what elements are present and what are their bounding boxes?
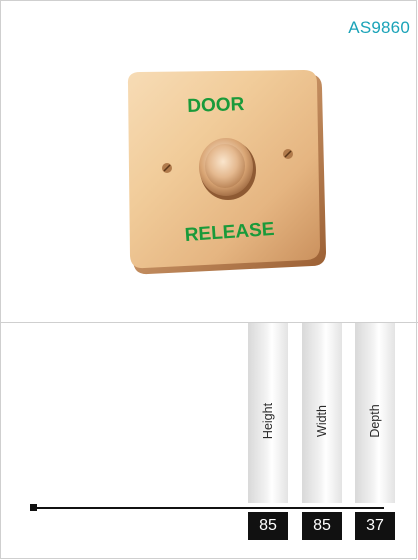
height-column: Height — [248, 323, 288, 503]
screw-icon — [283, 149, 293, 159]
screw-icon — [162, 163, 172, 173]
door-release-button-image: DOOR RELEASE — [127, 70, 326, 275]
dimensions-panel: Height Width Depth 85 85 37 — [0, 323, 418, 560]
height-value: 85 — [248, 512, 288, 540]
baseline-start-marker — [30, 504, 37, 511]
depth-value: 37 — [355, 512, 395, 540]
product-code: AS9860 — [348, 18, 410, 37]
width-label: Width — [315, 405, 329, 437]
width-column: Width — [302, 323, 342, 503]
plate-text-door: DOOR — [187, 94, 245, 117]
depth-label: Depth — [368, 404, 382, 438]
baseline — [34, 507, 384, 509]
height-label: Height — [261, 402, 275, 440]
depth-column: Depth — [355, 323, 395, 503]
push-button — [205, 144, 245, 188]
width-value: 85 — [302, 512, 342, 540]
